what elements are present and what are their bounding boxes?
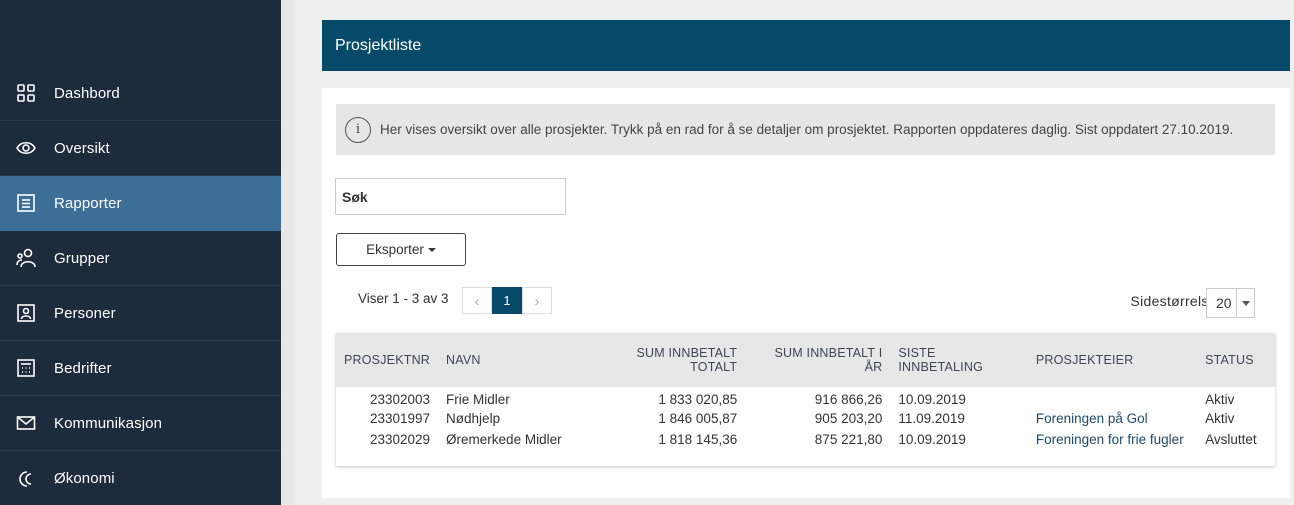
cell-siste-innbetaling: 10.09.2019: [898, 391, 966, 407]
sidebar-divider: [281, 0, 294, 505]
sidebar: Dashbord Oversikt Rapporter Grupper Pers…: [0, 0, 281, 505]
cell-prosjekteier[interactable]: [1028, 387, 1197, 408]
cell-sum-totalt: 1 846 005,87: [658, 411, 738, 426]
cell-navn: Nødhjelp: [446, 411, 501, 426]
page-size-select[interactable]: 20: [1206, 288, 1255, 318]
cell-prosjektnr: 23301997: [369, 411, 431, 426]
cell-status: Aktiv: [1205, 411, 1235, 426]
cell-sum-i-ar: 875 221,80: [814, 432, 883, 447]
sidebar-item-label: Bedrifter: [54, 359, 112, 377]
cell-sum-i-ar: 916 866,26: [814, 391, 883, 407]
sidebar-item-label: Oversikt: [54, 139, 110, 157]
table-row[interactable]: 23301997 Nødhjelp 1 846 005,87 905 203,2…: [336, 408, 1275, 429]
cell-siste-innbetaling: 11.09.2019: [898, 411, 965, 426]
info-text: Her vises oversikt over alle prosjekter.…: [380, 122, 1234, 137]
prev-page-button[interactable]: ‹: [462, 287, 492, 314]
next-page-button[interactable]: ›: [522, 287, 552, 314]
report-icon: [16, 193, 36, 213]
project-table: PROSJEKTNR NAVN SUM INNBETALT TOTALT SUM…: [336, 333, 1275, 466]
cell-prosjekteier[interactable]: Foreningen for frie fugler: [1028, 429, 1197, 450]
cell-prosjektnr: 23302003: [369, 391, 431, 407]
dashboard-grid-icon: [16, 83, 36, 103]
sidebar-item-label: Økonomi: [54, 470, 115, 487]
table-header-row: PROSJEKTNR NAVN SUM INNBETALT TOTALT SUM…: [336, 333, 1275, 387]
cell-sum-i-ar: 905 203,20: [814, 411, 883, 426]
info-icon: i: [345, 116, 371, 143]
column-header-prosjekteier[interactable]: PROSJEKTEIER: [1028, 333, 1197, 387]
main-panel: i Her vises oversikt over alle prosjekte…: [322, 88, 1290, 498]
chevron-down-icon[interactable]: [1236, 289, 1254, 317]
cell-sum-totalt: 1 833 020,85: [658, 391, 738, 407]
page-1-button[interactable]: 1: [492, 287, 522, 314]
table-row[interactable]: 23302003 Frie Midler 1 833 020,85 916 86…: [336, 387, 1275, 408]
sidebar-item-label: Rapporter: [54, 194, 122, 212]
column-header-navn[interactable]: NAVN: [438, 333, 584, 387]
person-card-icon: [16, 303, 36, 323]
sidebar-item-okonomi[interactable]: Økonomi: [0, 451, 281, 505]
sidebar-item-label: Dashbord: [54, 84, 120, 102]
table-row[interactable]: 23302029 Øremerkede Midler 1 818 145,36 …: [336, 429, 1275, 450]
sidebar-item-bedrifter[interactable]: Bedrifter: [0, 341, 281, 396]
pagination-summary: Viser 1 - 3 av 3: [358, 291, 449, 306]
sidebar-item-rapporter[interactable]: Rapporter: [0, 176, 281, 231]
column-header-status[interactable]: STATUS: [1197, 333, 1275, 387]
sidebar-top: [0, 0, 281, 66]
envelope-icon: [16, 413, 36, 433]
eye-icon: [16, 138, 36, 158]
sidebar-item-kommunikasjon[interactable]: Kommunikasjon: [0, 396, 281, 451]
search-input[interactable]: [335, 178, 566, 215]
cell-prosjekteier[interactable]: Foreningen på Gol: [1028, 408, 1197, 429]
sidebar-item-dashbord[interactable]: Dashbord: [0, 66, 281, 121]
info-banner: i Her vises oversikt over alle prosjekte…: [336, 104, 1275, 155]
cell-status: Aktiv: [1205, 391, 1235, 407]
export-label: Eksporter: [366, 242, 424, 257]
building-icon: [16, 358, 36, 378]
column-header-siste-innbetaling[interactable]: SISTE INNBETALING: [890, 333, 1027, 387]
cell-siste-innbetaling: 10.09.2019: [898, 432, 966, 447]
sidebar-item-label: Personer: [54, 304, 116, 322]
cell-navn: Øremerkede Midler: [446, 432, 562, 447]
sidebar-item-oversikt[interactable]: Oversikt: [0, 121, 281, 176]
page-size-value: 20: [1216, 295, 1232, 311]
column-header-sum-i-ar[interactable]: SUM INNBETALT I ÅR: [745, 333, 890, 387]
column-header-sum-totalt[interactable]: SUM INNBETALT TOTALT: [584, 333, 745, 387]
sidebar-item-grupper[interactable]: Grupper: [0, 231, 281, 286]
sidebar-item-label: Kommunikasjon: [54, 414, 163, 432]
page-title: Prosjektliste: [335, 36, 422, 54]
export-button[interactable]: Eksporter: [336, 233, 466, 266]
cell-prosjektnr: 23302029: [369, 432, 431, 447]
cell-status: Avsluttet: [1205, 432, 1257, 447]
page-header: Prosjektliste: [322, 20, 1290, 71]
sidebar-item-label: Grupper: [54, 249, 110, 267]
cell-sum-totalt: 1 818 145,36: [658, 432, 738, 447]
column-header-prosjektnr[interactable]: PROSJEKTNR: [336, 333, 438, 387]
economy-icon: [16, 469, 36, 489]
sidebar-item-personer[interactable]: Personer: [0, 286, 281, 341]
cell-navn: Frie Midler: [446, 391, 510, 407]
caret-down-icon: [427, 247, 436, 252]
group-icon: [16, 248, 36, 268]
pagination: ‹ 1 ›: [462, 287, 552, 314]
